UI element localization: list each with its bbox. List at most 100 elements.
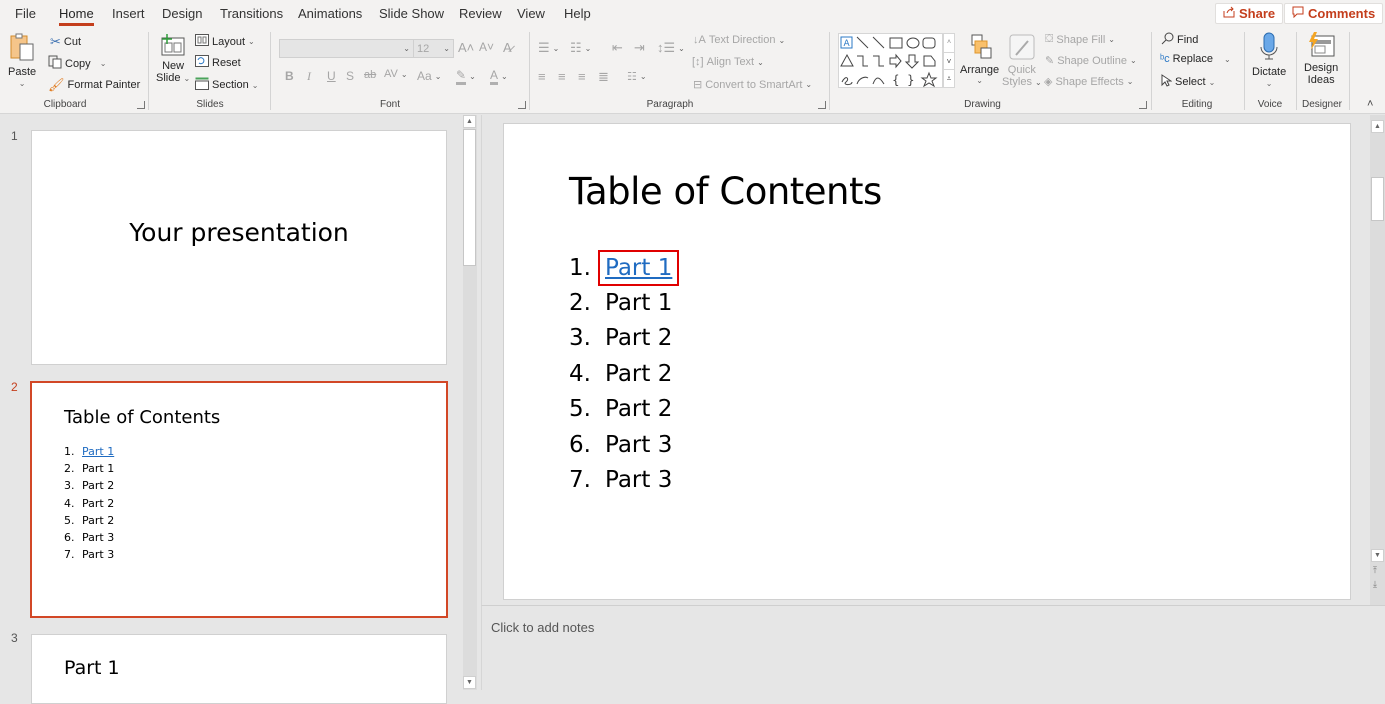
new-slide-label-2: Slide ⌄	[156, 72, 191, 84]
find-button[interactable]: Find	[1161, 32, 1198, 48]
font-name-dropdown[interactable]: ⌄	[279, 39, 414, 58]
shapes-gallery[interactable]: A { }	[838, 33, 943, 88]
format-painter-button[interactable]: 🖌 Format Painter	[48, 77, 140, 93]
shadow-button[interactable]: S	[346, 69, 354, 83]
tab-transitions[interactable]: Transitions	[220, 6, 283, 21]
slide-title[interactable]: Table of Contents	[569, 170, 882, 213]
quick-styles-button[interactable]: Quick Styles ⌄	[1002, 33, 1042, 88]
align-center-icon: ≡	[558, 69, 566, 84]
search-icon	[1161, 32, 1174, 48]
scroll-up-arrow-icon[interactable]: ▲	[1371, 120, 1384, 133]
more-icon[interactable]: ⩡	[944, 70, 954, 87]
font-color-button[interactable]: A ⌄	[490, 68, 508, 85]
tab-help[interactable]: Help	[564, 6, 591, 21]
drawing-launcher-icon[interactable]	[1139, 101, 1147, 109]
tab-file[interactable]: File	[15, 6, 36, 21]
change-case-button[interactable]: Aa ⌄	[417, 69, 441, 83]
strikethrough-button[interactable]: ab	[364, 69, 376, 81]
scroll-down-arrow-icon[interactable]: ▼	[463, 676, 476, 689]
item-number: 2.	[569, 290, 591, 317]
paste-button[interactable]: Paste ⌄	[8, 32, 36, 88]
next-slide-icon[interactable]: ⤓	[1373, 579, 1377, 590]
align-left-button[interactable]: ≡	[538, 69, 546, 84]
toc-list[interactable]: 1. Part 1 2. Part 1 3. Part 2 4. Part 2 5. Pa…	[569, 249, 680, 498]
text-direction-label: Text Direction	[708, 34, 776, 46]
highlight-color-button[interactable]: ✎ ⌄	[456, 68, 476, 85]
list-item: 2. Part 1	[569, 285, 674, 320]
shape-outline-button[interactable]: ✎ Shape Outline ⌄	[1045, 54, 1137, 68]
replace-button[interactable]: ᵇc Replace ⌄	[1160, 53, 1231, 65]
cut-button[interactable]: ✂ Cut	[50, 34, 81, 50]
dictate-button[interactable]: Dictate ⌄	[1252, 32, 1286, 88]
comments-button[interactable]: Comments	[1284, 3, 1384, 24]
chevron-up-icon[interactable]: ˄	[944, 34, 954, 52]
share-button[interactable]: Share	[1215, 3, 1284, 24]
increase-indent-button[interactable]: ⇥	[634, 40, 645, 56]
list-item: 4. Part 2	[64, 497, 114, 514]
italic-button[interactable]: I	[307, 69, 311, 84]
tab-home[interactable]: Home	[59, 6, 94, 26]
slide-thumbnail-1[interactable]: Your presentation	[31, 130, 447, 365]
tab-slide-show[interactable]: Slide Show	[379, 6, 444, 21]
notes-pane[interactable]: Click to add notes	[481, 605, 1385, 690]
decrease-indent-button[interactable]: ⇤	[612, 40, 623, 56]
select-button[interactable]: Select ⌄	[1161, 74, 1215, 90]
slide-thumbnail-3[interactable]: Part 1	[31, 634, 447, 704]
columns-button[interactable]: ☷ ⌄	[627, 70, 647, 83]
character-spacing-button[interactable]: AV ⌄	[384, 68, 408, 80]
justify-button[interactable]: ≣	[598, 69, 609, 85]
editor-scrollbar[interactable]: ▲ ▼ ⤒ ⤓	[1370, 115, 1385, 605]
tab-insert[interactable]: Insert	[112, 6, 145, 21]
thumbnail-scrollbar[interactable]: ▲ ▼	[463, 115, 477, 690]
arrange-button[interactable]: Arrange ⌄	[960, 33, 999, 85]
scroll-up-arrow-icon[interactable]: ▲	[463, 115, 476, 128]
numbering-button[interactable]: ☷ ⌄	[570, 40, 591, 56]
paragraph-launcher-icon[interactable]	[818, 101, 826, 109]
clipboard-launcher-icon[interactable]	[137, 101, 145, 109]
thumbnail-toc-list: 1. Part 1 2. Part 1 3. Part 2 4. Part 2 5. Pa…	[64, 445, 114, 565]
align-right-button[interactable]: ≡	[578, 69, 586, 84]
tab-review[interactable]: Review	[459, 6, 502, 21]
clear-formatting-button[interactable]: A̷	[503, 40, 512, 55]
new-slide-button[interactable]: New Slide ⌄	[156, 33, 190, 84]
increase-font-size-button[interactable]: A˄	[458, 40, 474, 55]
underline-button[interactable]: U	[327, 69, 336, 83]
convert-smartart-button[interactable]: ⊟ Convert to SmartArt ⌄	[693, 78, 812, 92]
slide-number: 1	[11, 129, 18, 143]
copy-button[interactable]: Copy ⌄	[48, 55, 106, 72]
align-text-button[interactable]: [↕] Align Text ⌄	[692, 56, 764, 68]
font-launcher-icon[interactable]	[518, 101, 526, 109]
divider	[1244, 32, 1245, 110]
bullets-button[interactable]: ☰ ⌄	[538, 40, 559, 56]
previous-slide-icon[interactable]: ⤒	[1373, 565, 1377, 576]
scroll-down-arrow-icon[interactable]: ▼	[1371, 549, 1384, 562]
hyperlink-part-1[interactable]: Part 1	[597, 249, 680, 286]
slide-thumbnail-2[interactable]: Table of Contents 1. Part 1 2. Part 1 3. Pa…	[30, 381, 448, 618]
shapes-scroll[interactable]: ˄ ˅ ⩡	[943, 33, 955, 88]
bold-button[interactable]: B	[285, 69, 294, 83]
tab-animations[interactable]: Animations	[298, 6, 362, 21]
chevron-down-icon[interactable]: ˅	[944, 52, 954, 70]
design-ideas-button[interactable]: Design Ideas	[1304, 31, 1338, 86]
decrease-font-size-button[interactable]: A˅	[479, 40, 494, 54]
shape-effects-button[interactable]: ◈ Shape Effects ⌄	[1044, 75, 1133, 89]
reset-button[interactable]: Reset	[195, 55, 241, 70]
section-button[interactable]: Section ⌄	[195, 77, 258, 93]
line-spacing-button[interactable]: ↕☰ ⌄	[657, 40, 685, 56]
notes-placeholder[interactable]: Click to add notes	[491, 620, 594, 635]
layout-button[interactable]: Layout ⌄	[195, 34, 255, 49]
scrollbar-thumb[interactable]	[463, 129, 476, 266]
font-size-dropdown[interactable]: 12 ⌄	[413, 39, 454, 58]
text-direction-button[interactable]: ↓A Text Direction ⌄	[693, 34, 785, 46]
list-item: 1. Part 1	[64, 445, 114, 462]
list-item: 1. Part 1	[569, 249, 680, 286]
layout-label: Layout	[212, 35, 246, 48]
section-label: Section	[212, 79, 249, 91]
tab-design[interactable]: Design	[162, 6, 202, 21]
shape-fill-button[interactable]: ⛋ Shape Fill ⌄	[1045, 33, 1115, 46]
align-center-button[interactable]: ≡	[558, 69, 566, 84]
scrollbar-thumb[interactable]	[1371, 177, 1384, 221]
tab-view[interactable]: View	[517, 6, 545, 21]
collapse-ribbon-button[interactable]: ˄	[1367, 98, 1373, 110]
current-slide[interactable]: Table of Contents 1. Part 1 2. Part 1 3. Pa…	[503, 123, 1351, 600]
